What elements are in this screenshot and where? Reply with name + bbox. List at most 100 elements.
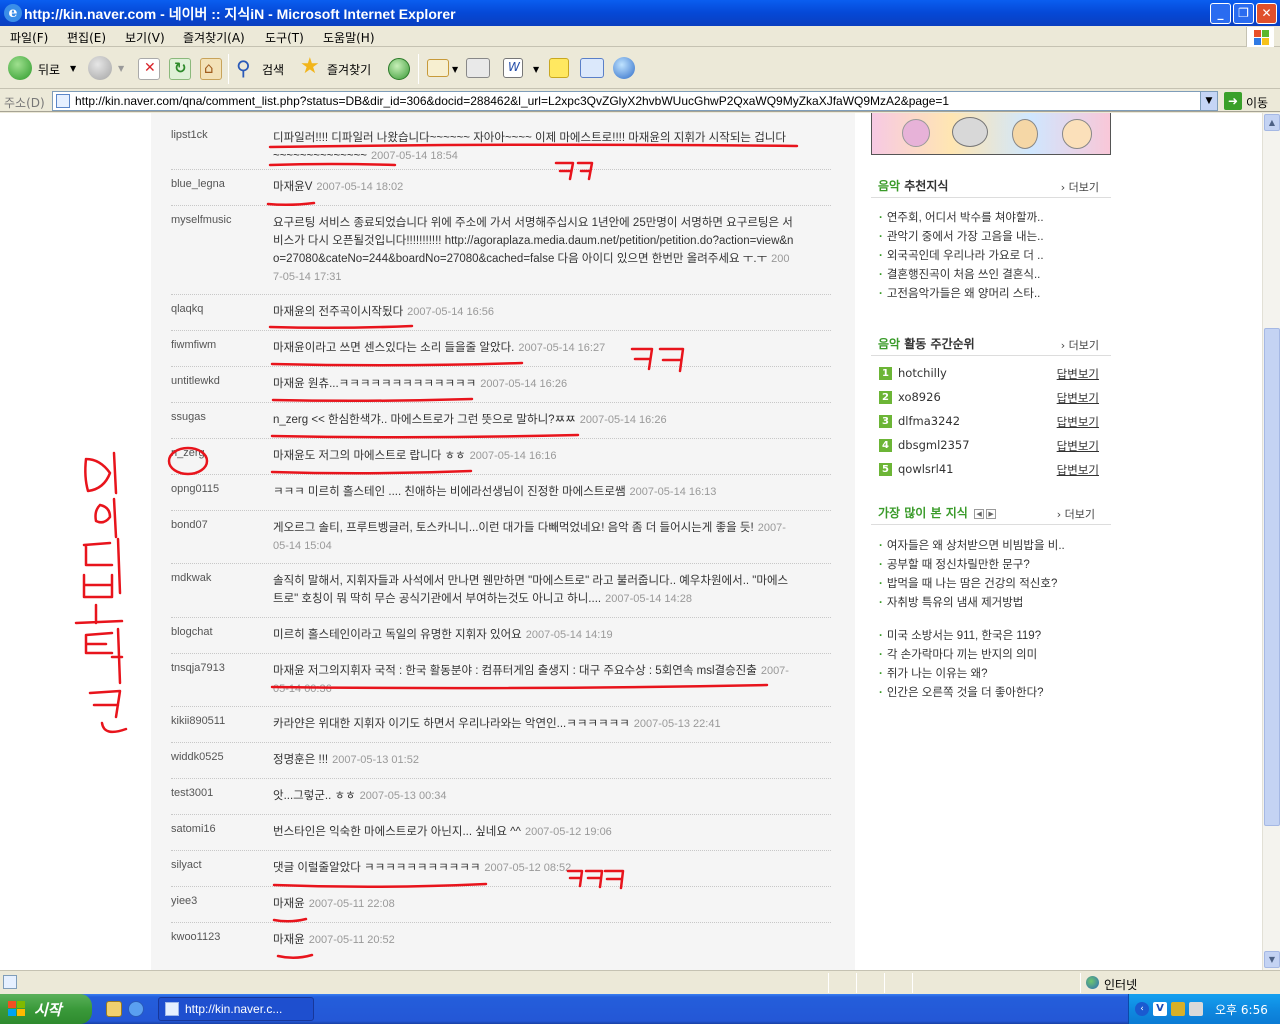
popular-item[interactable]: 쥐가 나는 이유는 왜? [879,665,988,681]
popular-item[interactable]: 밥먹을 때 나는 땀은 건강의 적신호? [879,575,1058,591]
menu-file[interactable]: 파일(F) [10,29,48,46]
search-button[interactable]: ⚲ 검색 [236,56,296,82]
menu-favorites[interactable]: 즐겨찾기(A) [183,29,245,46]
comment-user[interactable]: bond07 [171,519,208,531]
comment-user[interactable]: qlaqkq [171,303,203,315]
quicklaunch-desktop-icon[interactable] [106,1001,122,1017]
recommended-item[interactable]: 관악기 중에서 가장 고음을 내는.. [879,228,1044,244]
discuss-icon[interactable] [549,58,569,78]
scroll-thumb[interactable] [1264,328,1280,826]
address-url[interactable]: http://kin.naver.com/qna/comment_list.ph… [75,94,949,108]
address-dropdown-icon[interactable]: ▼ [1200,92,1217,110]
recommended-item[interactable]: 고전음악가들은 왜 양머리 스타.. [879,285,1041,301]
prev-icon[interactable]: ◀ [974,508,985,519]
comment-user[interactable]: ssugas [171,411,206,423]
popular-item[interactable]: 각 손가락마다 끼는 반지의 의미 [879,646,1037,662]
comment-user[interactable]: blogchat [171,626,213,638]
comment-user[interactable]: untitlewkd [171,375,220,387]
menu-help[interactable]: 도움말(H) [323,29,375,46]
print-icon[interactable] [466,58,490,78]
comment-row: yiee3 마재윤 2007-05-11 22:08 [171,887,831,923]
maximize-button[interactable]: ❐ [1233,3,1254,24]
view-answers-link[interactable]: 답변보기 [1057,390,1099,406]
popular-item[interactable]: 미국 소방서는 911, 한국은 119? [879,627,1041,643]
rank-user[interactable]: xo8926 [898,390,941,404]
recommended-item[interactable]: 외국곡인데 우리나라 가요로 더 .. [879,247,1044,263]
taskbar-ie-window[interactable]: http://kin.naver.c... [158,997,314,1021]
messenger-icon[interactable] [613,57,635,79]
comment-user[interactable]: kwoo1123 [171,931,220,943]
tray-shield-icon[interactable] [1171,1002,1185,1016]
banner-image[interactable] [871,113,1111,155]
favorites-button[interactable]: ★ 즐겨찾기 [300,54,380,82]
ranking-more-link[interactable]: › 더보기 [1061,337,1099,353]
edit-icon[interactable]: W [503,58,523,78]
menu-tools[interactable]: 도구(T) [265,29,304,46]
mail-icon[interactable] [427,59,449,77]
popular-item[interactable]: 여자들은 왜 상처받으면 비빔밥을 비.. [879,537,1065,553]
popular-item[interactable]: 공부할 때 정신차릴만한 문구? [879,556,1030,572]
start-button[interactable]: 시작 [0,994,92,1024]
minimize-button[interactable]: _ [1210,3,1231,24]
comment-user[interactable]: widdk0525 [171,751,224,763]
comment-user[interactable]: fiwmfiwm [171,339,216,351]
research-icon[interactable] [580,58,604,78]
comment-user[interactable]: silyact [171,859,202,871]
forward-button[interactable]: ▼ [88,56,128,82]
view-answers-link[interactable]: 답변보기 [1057,438,1099,454]
vertical-scrollbar[interactable]: ▲ ▼ [1262,113,1280,970]
tray-v3-icon[interactable]: V [1153,1002,1167,1016]
popular-item[interactable]: 자취방 특유의 냄새 제거방법 [879,594,1024,610]
scroll-down-icon[interactable]: ▼ [1264,951,1280,968]
favorites-star-icon: ★ [300,54,320,79]
go-arrow-icon[interactable]: ➜ [1224,92,1242,110]
mail-dropdown-icon[interactable]: ▼ [452,65,458,74]
recommended-item[interactable]: 결혼행진곡이 처음 쓰인 결혼식.. [879,266,1041,282]
forward-dropdown-icon[interactable]: ▼ [118,64,124,73]
comment-user[interactable]: myselfmusic [171,214,232,226]
recommended-more-link[interactable]: › 더보기 [1061,179,1099,195]
comment-user[interactable]: kikii890511 [171,715,225,727]
view-answers-link[interactable]: 답변보기 [1057,366,1099,382]
vertical-text-scribble [74,573,124,625]
comment-text: 게오르그 솔티, 프루트벵글러, 토스카니니...이런 대가들 다빼먹었네요! … [273,522,786,552]
comment-user[interactable]: tnsqja7913 [171,662,225,674]
rank-user[interactable]: qowlsrl41 [898,462,953,476]
view-answers-link[interactable]: 답변보기 [1057,462,1099,478]
comment-user[interactable]: satomi16 [171,823,216,835]
rank-user[interactable]: dbsgml2357 [898,438,970,452]
go-button[interactable]: 이동 [1246,94,1268,111]
comment-user[interactable]: yiee3 [171,895,197,907]
back-dropdown-icon[interactable]: ▼ [70,64,76,73]
tray-arrow-icon[interactable]: ‹ [1135,1002,1149,1016]
recommended-title: 음악 추천지식 [878,179,949,193]
comment-user[interactable]: n_zerg [171,447,205,459]
edit-dropdown-icon[interactable]: ▼ [533,65,539,74]
rank-user[interactable]: hotchilly [898,366,947,380]
quicklaunch-ie-icon[interactable] [128,1001,144,1017]
next-icon[interactable]: ▶ [986,508,997,519]
favorites-label: 즐겨찾기 [327,63,372,77]
comment-user[interactable]: opng0115 [171,483,219,495]
refresh-icon[interactable]: ↻ [169,58,191,80]
close-button[interactable]: ✕ [1256,3,1277,24]
popular-item[interactable]: 인간은 오른쪽 것을 더 좋아한다? [879,684,1044,700]
comment-user[interactable]: lipst1ck [171,129,208,141]
scroll-up-icon[interactable]: ▲ [1264,114,1280,131]
menu-view[interactable]: 보기(V) [125,29,165,46]
window-title-bar[interactable]: e http://kin.naver.com - 네이버 :: 지식iN - M… [0,0,1280,26]
address-input[interactable]: http://kin.naver.com/qna/comment_list.ph… [52,91,1218,111]
history-icon[interactable] [388,58,410,80]
rank-user[interactable]: dlfma3242 [898,414,960,428]
tray-speaker-icon[interactable] [1189,1002,1203,1016]
menu-edit[interactable]: 편집(E) [67,29,106,46]
comment-user[interactable]: mdkwak [171,572,211,584]
home-icon[interactable]: ⌂ [200,58,222,80]
view-answers-link[interactable]: 답변보기 [1057,414,1099,430]
comment-user[interactable]: test3001 [171,787,213,799]
popular-more-link[interactable]: › 더보기 [1057,506,1095,522]
comment-user[interactable]: blue_legna [171,178,225,190]
recommended-item[interactable]: 연주회, 어디서 박수를 쳐야할까.. [879,209,1044,225]
stop-icon[interactable]: ✕ [138,58,160,80]
back-button[interactable]: 뒤로 ▼ [8,56,80,82]
